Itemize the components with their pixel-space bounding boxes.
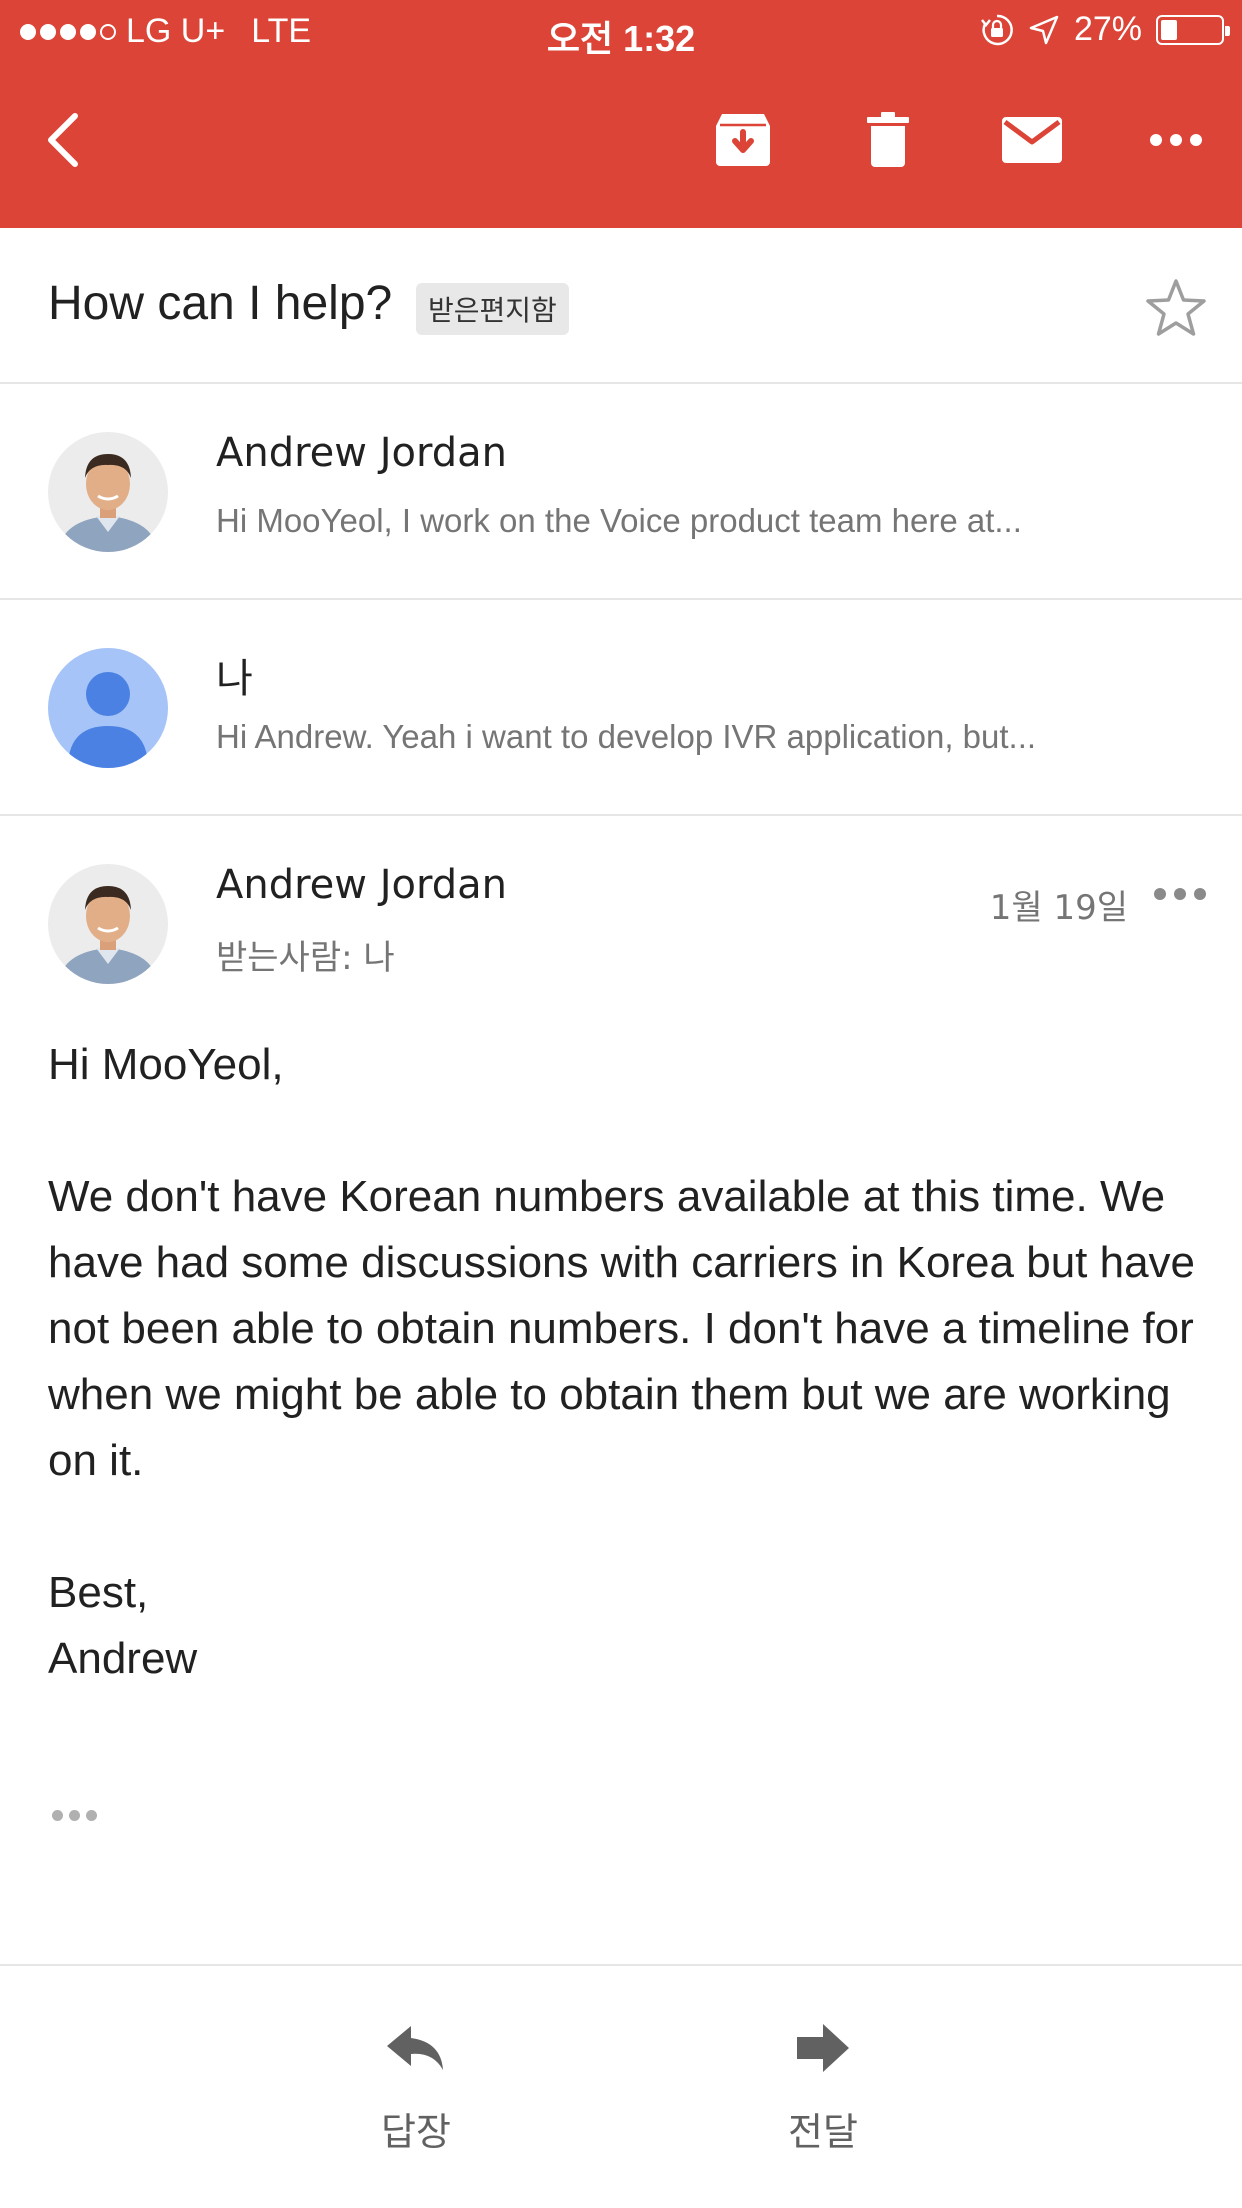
message-body: Hi MooYeol, We don't have Korean numbers… [48,1032,1198,1692]
body-closing: Best, [48,1568,149,1617]
forward-label: 전달 [788,2110,858,2154]
person-photo-icon [48,432,168,552]
mail-icon [1002,117,1062,163]
star-icon[interactable] [1144,276,1208,340]
more-horizontal-icon [1150,134,1202,146]
bottom-action-bar: 답장 전달 [0,1964,1242,2208]
body-paragraph: We don't have Korean numbers available a… [48,1172,1196,1485]
orientation-lock-icon [980,14,1013,45]
more-options-button[interactable] [1136,100,1216,180]
message-more-icon[interactable] [1154,888,1206,900]
battery-icon [1156,14,1230,45]
body-signature: Andrew [48,1634,198,1683]
battery-level-fill [1161,19,1177,40]
archive-button[interactable] [703,100,783,180]
reply-label: 답장 [381,2110,451,2154]
thread-subject-row: How can I help? 받은편지함 [0,228,1242,384]
message-snippet: Hi MooYeol, I work on the Voice product … [216,502,1022,539]
reply-button[interactable]: 답장 [336,2022,496,2156]
collapsed-message[interactable]: Andrew Jordan Hi MooYeol, I work on the … [0,384,1242,600]
app-header: LG U+ LTE 오전 1:32 27% [0,0,1242,228]
recipient-details[interactable]: 받는사람: 나 [216,930,395,979]
person-photo-icon [48,864,168,984]
thread-subject: How can I help? [48,277,393,330]
collapsed-message[interactable]: 나 Hi Andrew. Yeah i want to develop IVR … [0,600,1242,816]
message-snippet: Hi Andrew. Yeah i want to develop IVR ap… [216,718,1037,755]
message-sender: Andrew Jordan [216,430,507,476]
avatar [48,864,168,984]
show-quoted-text-icon[interactable] [52,1810,97,1821]
person-icon [68,672,148,768]
trash-icon [867,112,909,167]
message-sender: 나 [216,656,253,702]
battery-percent: 27% [1073,10,1142,48]
status-right: 27% [980,10,1230,49]
status-bar: LG U+ LTE 오전 1:32 27% [0,0,1242,60]
location-arrow-icon [1029,15,1059,44]
archive-icon [716,114,770,166]
body-greeting: Hi MooYeol, [48,1040,284,1089]
back-arrow-icon [48,113,78,167]
mark-unread-button[interactable] [992,100,1072,180]
back-button[interactable] [24,100,104,180]
forward-icon [797,2024,849,2072]
avatar [48,432,168,552]
message-date: 1월 19일 [989,888,1128,928]
reply-icon [387,2026,443,2070]
default-avatar [48,648,168,768]
delete-button[interactable] [848,100,928,180]
toolbar [0,60,1242,228]
message-sender: Andrew Jordan [216,862,507,908]
forward-button[interactable]: 전달 [743,2022,903,2156]
inbox-label-badge: 받은편지함 [416,283,569,335]
